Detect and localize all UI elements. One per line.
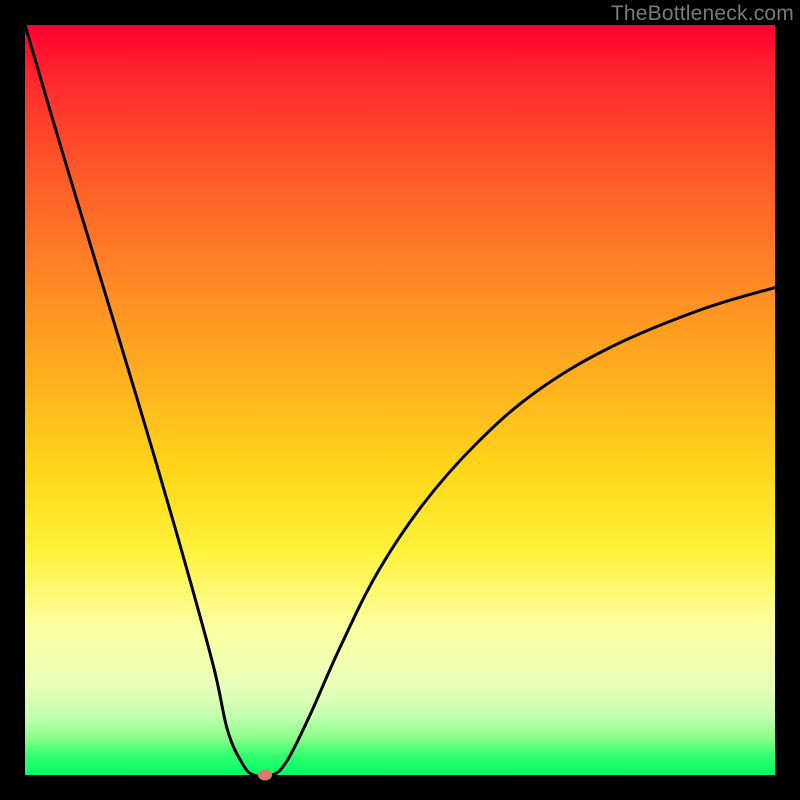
watermark-text: TheBottleneck.com (611, 2, 794, 26)
bottleneck-curve (25, 25, 775, 775)
plot-area (25, 25, 775, 775)
chart-frame: TheBottleneck.com (0, 0, 800, 800)
minimum-marker (258, 770, 272, 781)
